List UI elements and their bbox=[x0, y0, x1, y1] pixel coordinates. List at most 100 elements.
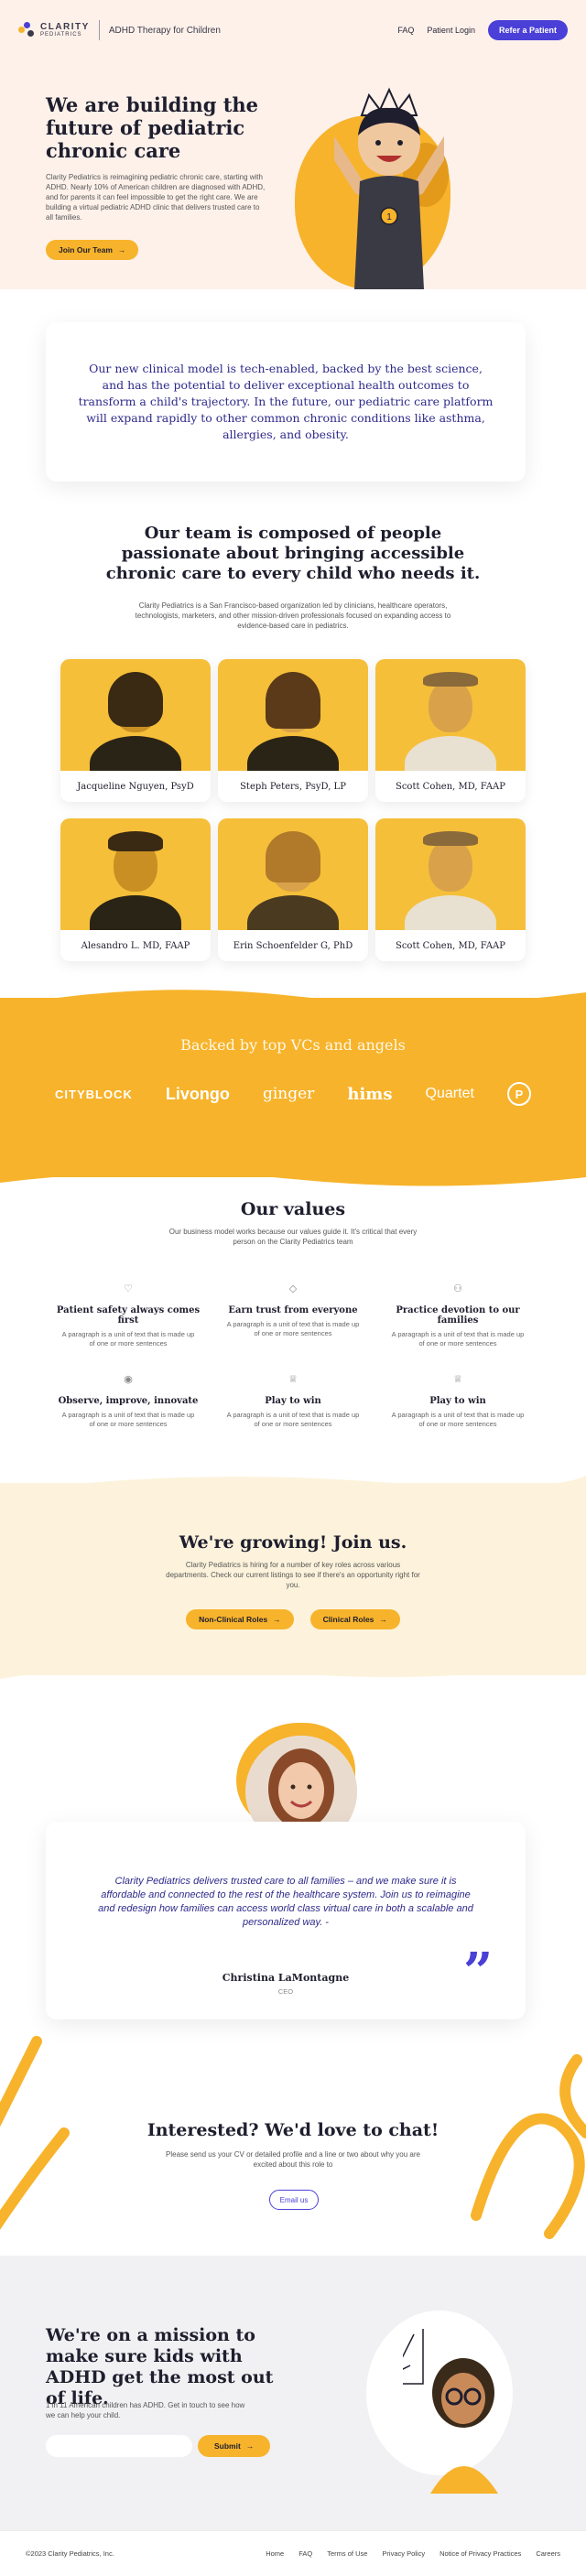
mission-cta-section: We're on a mission to make sure kids wit… bbox=[0, 2256, 586, 2530]
nav-patient-login[interactable]: Patient Login bbox=[427, 26, 475, 35]
non-clinical-roles-button[interactable]: Non-Clinical Roles → bbox=[186, 1609, 294, 1629]
footer-link-faq[interactable]: FAQ bbox=[298, 2549, 312, 2558]
hiring-description: Clarity Pediatrics is hiring for a numbe… bbox=[166, 1561, 420, 1589]
footer-links: Home FAQ Terms of Use Privacy Policy Not… bbox=[266, 2549, 560, 2558]
backers-title: Backed by top VCs and angels bbox=[180, 1036, 406, 1054]
testimonial-name: Christina LaMontagne bbox=[222, 1972, 350, 1984]
mission-text: Our new clinical model is tech-enabled, … bbox=[78, 362, 494, 441]
cta-description: 1 in 11 American children has ADHD. Get … bbox=[46, 2401, 245, 2419]
trophy-icon: ♕ bbox=[288, 1374, 298, 1385]
value-text: A paragraph is a unit of text that is ma… bbox=[391, 1411, 525, 1428]
footer-link-privacy[interactable]: Privacy Policy bbox=[382, 2549, 425, 2558]
logo-divider bbox=[98, 20, 100, 40]
footer-link-terms[interactable]: Terms of Use bbox=[327, 2549, 367, 2558]
backer-logo-quartet: Quartet bbox=[425, 1086, 474, 1101]
main-nav: FAQ Patient Login Refer a Patient bbox=[397, 20, 568, 40]
arrow-right-icon: → bbox=[273, 1615, 281, 1624]
team-member-card: Erin Schoenfelder G, PhD bbox=[218, 818, 368, 961]
join-team-button[interactable]: Join Our Team → bbox=[46, 240, 139, 260]
footer-link-careers[interactable]: Careers bbox=[536, 2549, 560, 2558]
team-member-photo bbox=[60, 659, 211, 771]
value-title: Play to win bbox=[429, 1396, 486, 1406]
testimonial-role: CEO bbox=[277, 1987, 294, 1996]
value-item: ♕ Play to win A paragraph is a unit of t… bbox=[211, 1372, 375, 1429]
value-item: ◉ Observe, improve, innovate A paragraph… bbox=[46, 1372, 211, 1429]
logo-name: CLARITY bbox=[40, 22, 90, 32]
trophy-icon: ♕ bbox=[453, 1374, 462, 1385]
value-text: A paragraph is a unit of text that is ma… bbox=[391, 1330, 525, 1348]
clinical-roles-button[interactable]: Clinical Roles → bbox=[309, 1609, 400, 1629]
hero-title: We are building the future of pediatric … bbox=[46, 93, 259, 162]
eye-icon: ◉ bbox=[124, 1374, 133, 1385]
team-member-name: Erin Schoenfelder G, PhD bbox=[233, 940, 353, 951]
hiring-buttons: Non-Clinical Roles → Clinical Roles → bbox=[0, 1609, 586, 1629]
refer-patient-button[interactable]: Refer a Patient bbox=[487, 20, 568, 40]
cta-child-illustration bbox=[403, 2329, 498, 2494]
value-title: Practice devotion to our families bbox=[396, 1305, 520, 1326]
logo-icon bbox=[18, 22, 35, 38]
hiring-wave-top bbox=[0, 1476, 586, 1492]
join-team-label: Join Our Team bbox=[59, 245, 113, 254]
value-title: Observe, improve, innovate bbox=[58, 1396, 199, 1406]
hiring-wave-bottom bbox=[0, 1653, 586, 1679]
copyright: ©2023 Clarity Pediatrics, Inc. bbox=[26, 2549, 114, 2558]
team-member-card: Alesandro L. MD, FAAP bbox=[60, 818, 211, 961]
team-member-name: Jacqueline Nguyen, PsyD bbox=[77, 781, 194, 792]
backers-wave-top bbox=[0, 990, 586, 1007]
footer-link-home[interactable]: Home bbox=[266, 2549, 284, 2558]
email-input[interactable] bbox=[46, 2435, 192, 2457]
value-title: Patient safety always comes first bbox=[56, 1305, 201, 1326]
hero-description: Clarity Pediatrics is reimagining pediat… bbox=[46, 173, 266, 222]
contact-title: Interested? We'd love to chat! bbox=[146, 2120, 440, 2140]
people-icon: ⚇ bbox=[453, 1283, 462, 1294]
backer-logo-cityblock: CITYBLOCK bbox=[55, 1087, 133, 1101]
nav-faq[interactable]: FAQ bbox=[397, 26, 414, 35]
backer-logo-hims: hims bbox=[347, 1084, 393, 1104]
decorative-squiggles bbox=[0, 2036, 586, 2239]
backer-logo-livongo: Livongo bbox=[165, 1084, 230, 1103]
submit-button[interactable]: Submit → bbox=[198, 2435, 271, 2457]
team-title: Our team is composed of people passionat… bbox=[105, 524, 481, 583]
value-text: A paragraph is a unit of text that is ma… bbox=[226, 1320, 360, 1337]
testimonial-card: Clarity Pediatrics delivers trusted care… bbox=[46, 1822, 526, 2019]
value-text: A paragraph is a unit of text that is ma… bbox=[226, 1411, 360, 1428]
mission-card: Our new clinical model is tech-enabled, … bbox=[46, 322, 526, 482]
logo-text: CLARITY PEDIATRICS bbox=[40, 23, 90, 38]
values-title: Our values bbox=[240, 1199, 346, 1219]
submit-label: Submit bbox=[214, 2441, 241, 2451]
medal-number: 1 bbox=[386, 212, 392, 222]
team-description: Clarity Pediatrics is a San Francisco-ba… bbox=[135, 601, 451, 630]
logo-sub: PEDIATRICS bbox=[40, 32, 82, 38]
backers-section: Backed by top VCs and angels CITYBLOCK L… bbox=[0, 990, 586, 1186]
contact-description: Please send us your CV or detailed profi… bbox=[166, 2150, 420, 2169]
site-footer: ©2023 Clarity Pediatrics, Inc. Home FAQ … bbox=[0, 2530, 586, 2576]
heart-icon: ♡ bbox=[124, 1283, 133, 1294]
team-member-card: Jacqueline Nguyen, PsyD bbox=[60, 659, 211, 802]
backers-wave-bottom bbox=[0, 1166, 586, 1186]
backer-logo-ginger: ginger bbox=[262, 1085, 315, 1103]
footer-link-privacy-practices[interactable]: Notice of Privacy Practices bbox=[440, 2549, 521, 2558]
team-member-name: Alesandro L. MD, FAAP bbox=[81, 940, 190, 951]
team-member-name: Scott Cohen, MD, FAAP bbox=[395, 781, 505, 792]
value-title: Earn trust from everyone bbox=[228, 1305, 358, 1315]
hiring-title: We're growing! Join us. bbox=[179, 1532, 407, 1553]
backer-logos: CITYBLOCK Livongo ginger hims Quartet P bbox=[55, 1082, 531, 1106]
value-item: ♡ Patient safety always comes first A pa… bbox=[46, 1282, 211, 1348]
value-text: A paragraph is a unit of text that is ma… bbox=[61, 1330, 195, 1348]
value-item: ♕ Play to win A paragraph is a unit of t… bbox=[375, 1372, 540, 1429]
hero-child-illustration: 1 bbox=[334, 87, 444, 289]
value-item: ◇ Earn trust from everyone A paragraph i… bbox=[211, 1282, 375, 1348]
team-member-card: Scott Cohen, MD, FAAP bbox=[375, 818, 526, 961]
logo[interactable]: CLARITY PEDIATRICS bbox=[18, 22, 90, 38]
arrow-right-icon: → bbox=[245, 2441, 255, 2451]
team-member-photo bbox=[375, 659, 526, 771]
cta-title: We're on a mission to make sure kids wit… bbox=[46, 2325, 274, 2408]
arrow-right-icon: → bbox=[379, 1615, 387, 1624]
value-item: ⚇ Practice devotion to our families A pa… bbox=[375, 1282, 540, 1348]
value-text: A paragraph is a unit of text that is ma… bbox=[61, 1411, 195, 1428]
backer-logo-p: P bbox=[506, 1082, 531, 1106]
email-us-button[interactable]: Email us bbox=[269, 2190, 319, 2210]
site-header: CLARITY PEDIATRICS ADHD Therapy for Chil… bbox=[0, 0, 586, 60]
team-member-card: Steph Peters, PsyD, LP bbox=[218, 659, 368, 802]
clinical-roles-label: Clinical Roles bbox=[322, 1615, 374, 1624]
